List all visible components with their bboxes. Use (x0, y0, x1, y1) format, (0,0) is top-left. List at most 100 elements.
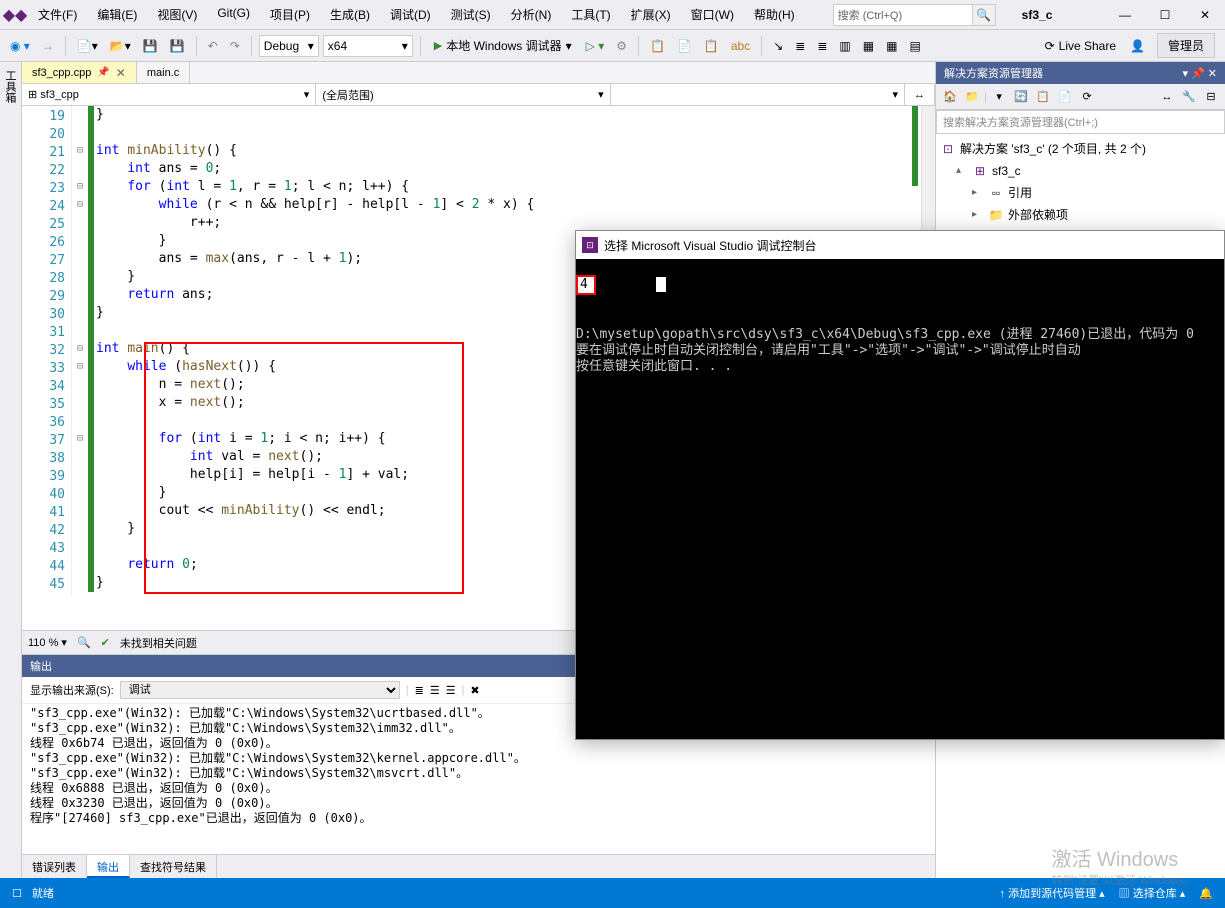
solution-search-input[interactable]: 搜索解决方案资源管理器(Ctrl+;) (936, 110, 1225, 134)
console-text: D:\mysetup\gopath\src\dsy\sf3_c\x64\Debu… (576, 327, 1194, 374)
fold-gutter[interactable]: ⊟⊟⊟⊟⊟⊟ (72, 106, 88, 592)
menu-git[interactable]: Git(G) (209, 2, 258, 27)
redo-button[interactable]: ↷ (226, 37, 244, 55)
maximize-button[interactable]: ☐ (1145, 0, 1185, 30)
menu-file[interactable]: 文件(F) (30, 2, 85, 27)
stop-button[interactable]: ⚙ (612, 37, 631, 55)
toggle-button-2[interactable]: ☰ (446, 684, 456, 697)
platform-dropdown[interactable]: x64▾ (323, 35, 413, 57)
output-source-dropdown[interactable]: 调试 (120, 681, 400, 699)
menu-help[interactable]: 帮助(H) (746, 2, 803, 27)
close-button[interactable]: ✕ (1185, 0, 1225, 30)
console-body[interactable]: 4 D:\mysetup\gopath\src\dsy\sf3_c\x64\De… (576, 259, 1224, 391)
status-icon: ☐ (12, 887, 22, 900)
menu-tools[interactable]: 工具(T) (563, 2, 618, 27)
console-titlebar[interactable]: ⊡ 选择 Microsoft Visual Studio 调试控制台 (576, 231, 1224, 259)
run-no-debug-button[interactable]: ▷ ▾ (582, 37, 609, 55)
sol-btn-7[interactable]: ⟳ (1077, 87, 1097, 107)
repo-button[interactable]: ▥ 选择仓库 ▴ (1119, 885, 1186, 901)
title-bar: ◆◆ 文件(F) 编辑(E) 视图(V) Git(G) 项目(P) 生成(B) … (0, 0, 1225, 30)
sol-btn-6[interactable]: 📄 (1055, 87, 1075, 107)
file-tab-label: sf3_cpp.cpp (32, 67, 91, 79)
file-tab-other[interactable]: main.c (137, 62, 190, 83)
output-title: 输出 (30, 658, 52, 674)
tb-btn-7[interactable]: ≣ (813, 37, 831, 55)
sol-btn-8[interactable]: ↔ (1157, 87, 1177, 107)
tb-btn-3[interactable]: 📋 (700, 37, 723, 55)
menu-extensions[interactable]: 扩展(X) (623, 2, 679, 27)
sol-collapse-button[interactable]: ⊟ (1201, 87, 1221, 107)
sol-btn-5[interactable]: 📋 (1033, 87, 1053, 107)
tab-output[interactable]: 输出 (87, 855, 130, 878)
tb-btn-10[interactable]: ▦ (882, 37, 901, 55)
search-button[interactable]: 🔍 (972, 4, 996, 26)
menu-window[interactable]: 窗口(W) (683, 2, 742, 27)
solution-title: 解决方案资源管理器 (944, 65, 1043, 81)
tb-btn-5[interactable]: ↘ (769, 37, 787, 55)
minimize-button[interactable]: — (1105, 0, 1145, 30)
zoom-level-dropdown[interactable]: 110 % ▾ (28, 636, 67, 649)
tb-btn-1[interactable]: 📋 (646, 37, 669, 55)
nav-back-button[interactable]: ◉ ▾ (6, 37, 34, 55)
sol-btn-4[interactable]: 🔄 (1011, 87, 1031, 107)
debug-console-window[interactable]: ⊡ 选择 Microsoft Visual Studio 调试控制台 4 D:\… (575, 230, 1225, 740)
play-icon: ▶ (434, 39, 442, 52)
menu-edit[interactable]: 编辑(E) (89, 2, 145, 27)
menu-debug[interactable]: 调试(D) (382, 2, 439, 27)
tb-btn-6[interactable]: ≣ (791, 37, 809, 55)
live-share-button[interactable]: ⟳Live Share (1039, 37, 1122, 55)
admin-button[interactable]: 管理员 (1157, 33, 1215, 58)
menu-project[interactable]: 项目(P) (262, 2, 318, 27)
menu-build[interactable]: 生成(B) (322, 2, 378, 27)
save-all-button[interactable]: 💾 (166, 37, 189, 55)
live-share-icon: ⟳ (1045, 39, 1055, 53)
tb-btn-9[interactable]: ▦ (859, 37, 878, 55)
file-tab-active[interactable]: sf3_cpp.cpp 📌 ✕ (22, 62, 137, 83)
menu-test[interactable]: 测试(S) (443, 2, 499, 27)
undo-button[interactable]: ↶ (204, 37, 222, 55)
solution-root-node[interactable]: ⊡解决方案 'sf3_c' (2 个项目, 共 2 个) (940, 138, 1221, 160)
clear-output-button[interactable]: ≣ (415, 684, 424, 697)
nav-project-dropdown[interactable]: ⊞ sf3_cpp▾ (22, 84, 316, 105)
file-tabs: sf3_cpp.cpp 📌 ✕ main.c (22, 62, 935, 84)
new-button[interactable]: 📄▾ (73, 37, 102, 55)
clear-all-button[interactable]: ✖ (470, 684, 479, 697)
toggle-button-1[interactable]: ☰ (430, 684, 440, 697)
tb-btn-8[interactable]: ▥ (835, 37, 854, 55)
open-button[interactable]: 📂▾ (106, 37, 135, 55)
nav-scope-dropdown[interactable]: (全局范围)▾ (316, 84, 610, 105)
tb-btn-11[interactable]: ▤ (905, 37, 924, 55)
tb-btn-4[interactable]: abc (727, 37, 754, 55)
tb-btn-2[interactable]: 📄 (673, 37, 696, 55)
config-dropdown[interactable]: Debug▾ (259, 35, 319, 57)
tab-error-list[interactable]: 错误列表 (22, 855, 87, 878)
issue-icon[interactable]: 🔍 (77, 636, 91, 649)
search-input[interactable]: 搜索 (Ctrl+Q) (833, 4, 973, 26)
notifications-button[interactable]: 🔔 (1199, 887, 1213, 900)
menu-view[interactable]: 视图(V) (149, 2, 205, 27)
feedback-button[interactable]: 👤 (1126, 37, 1149, 55)
sol-home-button[interactable]: 🏠 (940, 87, 960, 107)
external-deps-node[interactable]: ▸📁外部依赖项 (940, 204, 1221, 226)
save-button[interactable]: 💾 (139, 37, 162, 55)
nav-member-dropdown[interactable]: ▾ (611, 84, 905, 105)
pin-icon[interactable]: 📌 (97, 67, 109, 78)
menu-analyze[interactable]: 分析(N) (503, 2, 560, 27)
references-node[interactable]: ▸▫▫引用 (940, 182, 1221, 204)
output-source-label: 显示输出来源(S): (30, 682, 114, 698)
tab-find-symbols[interactable]: 查找符号结果 (130, 855, 217, 878)
pin-icon[interactable]: ▾ 📌 ✕ (1182, 68, 1217, 80)
source-control-button[interactable]: ↑ 添加到源代码管理 ▴ (1000, 885, 1105, 901)
sol-btn-3[interactable]: ▾ (989, 87, 1009, 107)
nav-fwd-button[interactable]: → (38, 37, 58, 55)
sol-wrench-button[interactable]: 🔧 (1179, 87, 1199, 107)
sol-btn-2[interactable]: 📁 (962, 87, 982, 107)
toolbox-tab[interactable]: 工具箱 (0, 62, 22, 878)
project-node[interactable]: ▴⊞sf3_c (940, 160, 1221, 182)
solution-name-label: sf3_c (1016, 6, 1059, 24)
main-menu: 文件(F) 编辑(E) 视图(V) Git(G) 项目(P) 生成(B) 调试(… (30, 2, 803, 27)
close-tab-icon[interactable]: ✕ (116, 66, 126, 80)
bottom-tabs: 错误列表 输出 查找符号结果 (22, 854, 935, 878)
nav-split-button[interactable]: ↔ (905, 84, 935, 105)
run-debugger-button[interactable]: ▶本地 Windows 调试器▾ (428, 35, 578, 56)
